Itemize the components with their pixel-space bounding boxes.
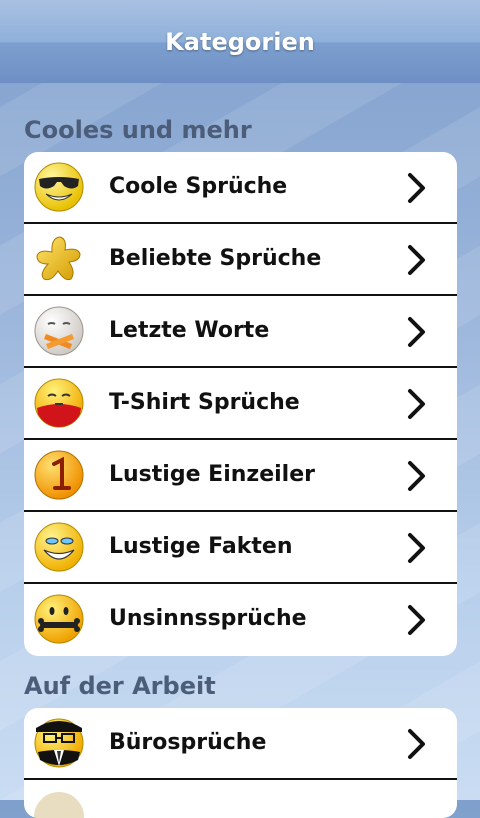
chevron-right-icon: [408, 533, 425, 563]
category-label: Coole Sprüche: [109, 174, 288, 199]
chevron-right-icon: [408, 605, 425, 635]
category-list-cooles: Coole Sprüche Beliebte Sprüche Letzte Wo…: [24, 152, 457, 656]
chevron-right-icon: [408, 173, 425, 203]
category-item-beliebte-sprueche[interactable]: Beliebte Sprüche: [24, 224, 457, 296]
category-item-lustige-fakten[interactable]: Lustige Fakten: [24, 512, 457, 584]
cool-sunglasses-smiley-icon: [34, 162, 84, 212]
category-item-lustige-einzeiler[interactable]: Lustige Einzeiler: [24, 440, 457, 512]
category-item-unsinnssprueche[interactable]: Unsinnssprüche: [24, 584, 457, 656]
partial-smiley-icon: [34, 792, 84, 818]
tshirt-smiley-icon: [34, 378, 84, 428]
list-item-partial[interactable]: [24, 780, 457, 818]
category-label: Unsinnssprüche: [109, 606, 307, 631]
category-list-arbeit: Bürosprüche: [24, 708, 457, 818]
category-label: Lustige Fakten: [109, 534, 293, 559]
category-label: T-Shirt Sprüche: [109, 390, 300, 415]
taped-mouth-smiley-icon: [34, 306, 84, 356]
gold-star-icon: [36, 236, 81, 281]
chevron-right-icon: [408, 389, 425, 419]
office-smiley-icon: [34, 718, 84, 768]
page-title: Kategorien: [165, 28, 315, 56]
number-one-icon: [34, 450, 84, 500]
category-item-tshirt-sprueche[interactable]: T-Shirt Sprüche: [24, 368, 457, 440]
category-label: Beliebte Sprüche: [109, 246, 322, 271]
category-item-letzte-worte[interactable]: Letzte Worte: [24, 296, 457, 368]
category-label: Bürosprüche: [109, 730, 267, 755]
category-item-buerosprueche[interactable]: Bürosprüche: [24, 708, 457, 780]
section-title-arbeit: Auf der Arbeit: [24, 672, 216, 700]
chevron-right-icon: [408, 729, 425, 759]
chevron-right-icon: [408, 317, 425, 347]
bone-mouth-smiley-icon: [34, 594, 84, 644]
category-item-coole-sprueche[interactable]: Coole Sprüche: [24, 152, 457, 224]
title-bar: Kategorien: [0, 0, 480, 83]
chevron-right-icon: [408, 245, 425, 275]
section-title-cooles: Cooles und mehr: [24, 116, 252, 144]
laughing-smiley-icon: [34, 522, 84, 572]
chevron-right-icon: [408, 461, 425, 491]
category-label: Letzte Worte: [109, 318, 270, 343]
category-label: Lustige Einzeiler: [109, 462, 315, 487]
